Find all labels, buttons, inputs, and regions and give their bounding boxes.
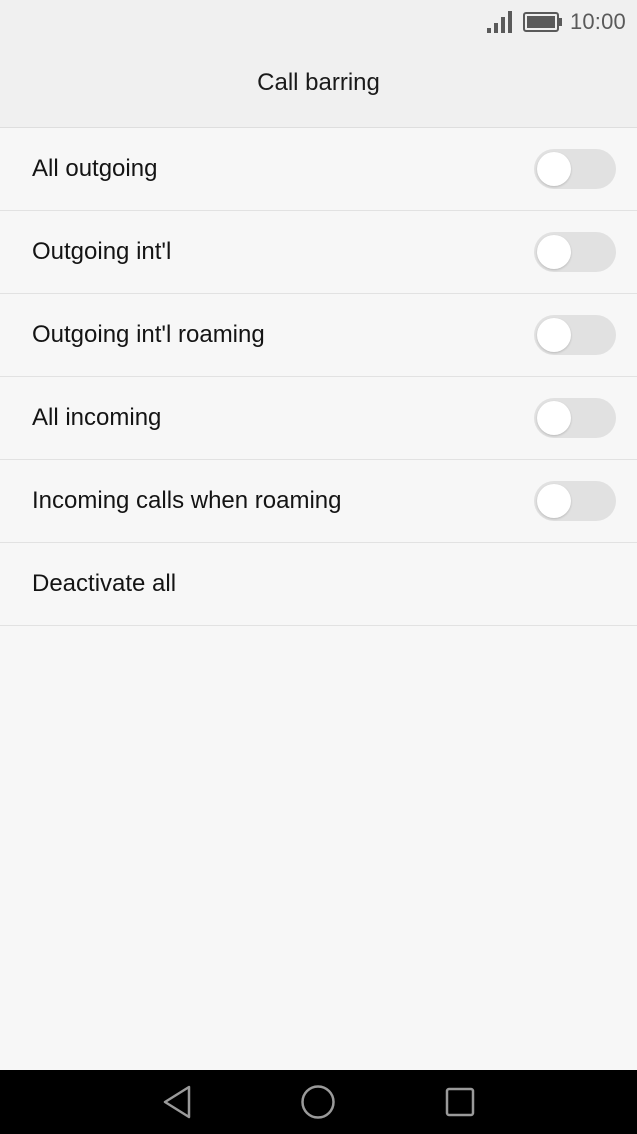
app-bar: Call barring (0, 44, 637, 128)
settings-list: All outgoing Outgoing int'l Outgoing int… (0, 128, 637, 626)
all-outgoing-toggle[interactable] (534, 149, 616, 189)
recents-square-icon (445, 1087, 475, 1117)
setting-label: Outgoing int'l (32, 238, 172, 265)
back-triangle-icon (163, 1085, 191, 1119)
navigation-bar (0, 1070, 637, 1134)
status-indicators: 10:00 (486, 9, 626, 35)
incoming-roaming-toggle[interactable] (534, 481, 616, 521)
recents-button[interactable] (442, 1084, 478, 1120)
outgoing-intl-toggle[interactable] (534, 232, 616, 272)
setting-label: Incoming calls when roaming (32, 487, 342, 514)
signal-icon (486, 11, 512, 33)
outgoing-intl-roaming-toggle[interactable] (534, 315, 616, 355)
toggle-knob (537, 318, 571, 352)
all-incoming-toggle[interactable] (534, 398, 616, 438)
setting-row-all-outgoing[interactable]: All outgoing (0, 128, 637, 211)
back-button[interactable] (159, 1084, 195, 1120)
setting-label: All incoming (32, 404, 162, 431)
toggle-knob (537, 235, 571, 269)
setting-label: All outgoing (32, 155, 158, 182)
setting-row-incoming-roaming[interactable]: Incoming calls when roaming (0, 460, 637, 543)
home-circle-icon (301, 1085, 335, 1119)
status-bar: 10:00 (0, 0, 637, 44)
deactivate-all-label: Deactivate all (32, 570, 177, 597)
home-button[interactable] (300, 1084, 336, 1120)
toggle-knob (537, 484, 571, 518)
toggle-knob (537, 152, 571, 186)
setting-row-outgoing-intl-roaming[interactable]: Outgoing int'l roaming (0, 294, 637, 377)
battery-full-icon (522, 12, 562, 32)
setting-row-all-incoming[interactable]: All incoming (0, 377, 637, 460)
page-title: Call barring (257, 69, 380, 96)
setting-row-outgoing-intl[interactable]: Outgoing int'l (0, 211, 637, 294)
toggle-knob (537, 401, 571, 435)
status-time: 10:00 (569, 9, 626, 34)
setting-row-deactivate-all[interactable]: Deactivate all (0, 543, 637, 626)
setting-label: Outgoing int'l roaming (32, 321, 265, 348)
